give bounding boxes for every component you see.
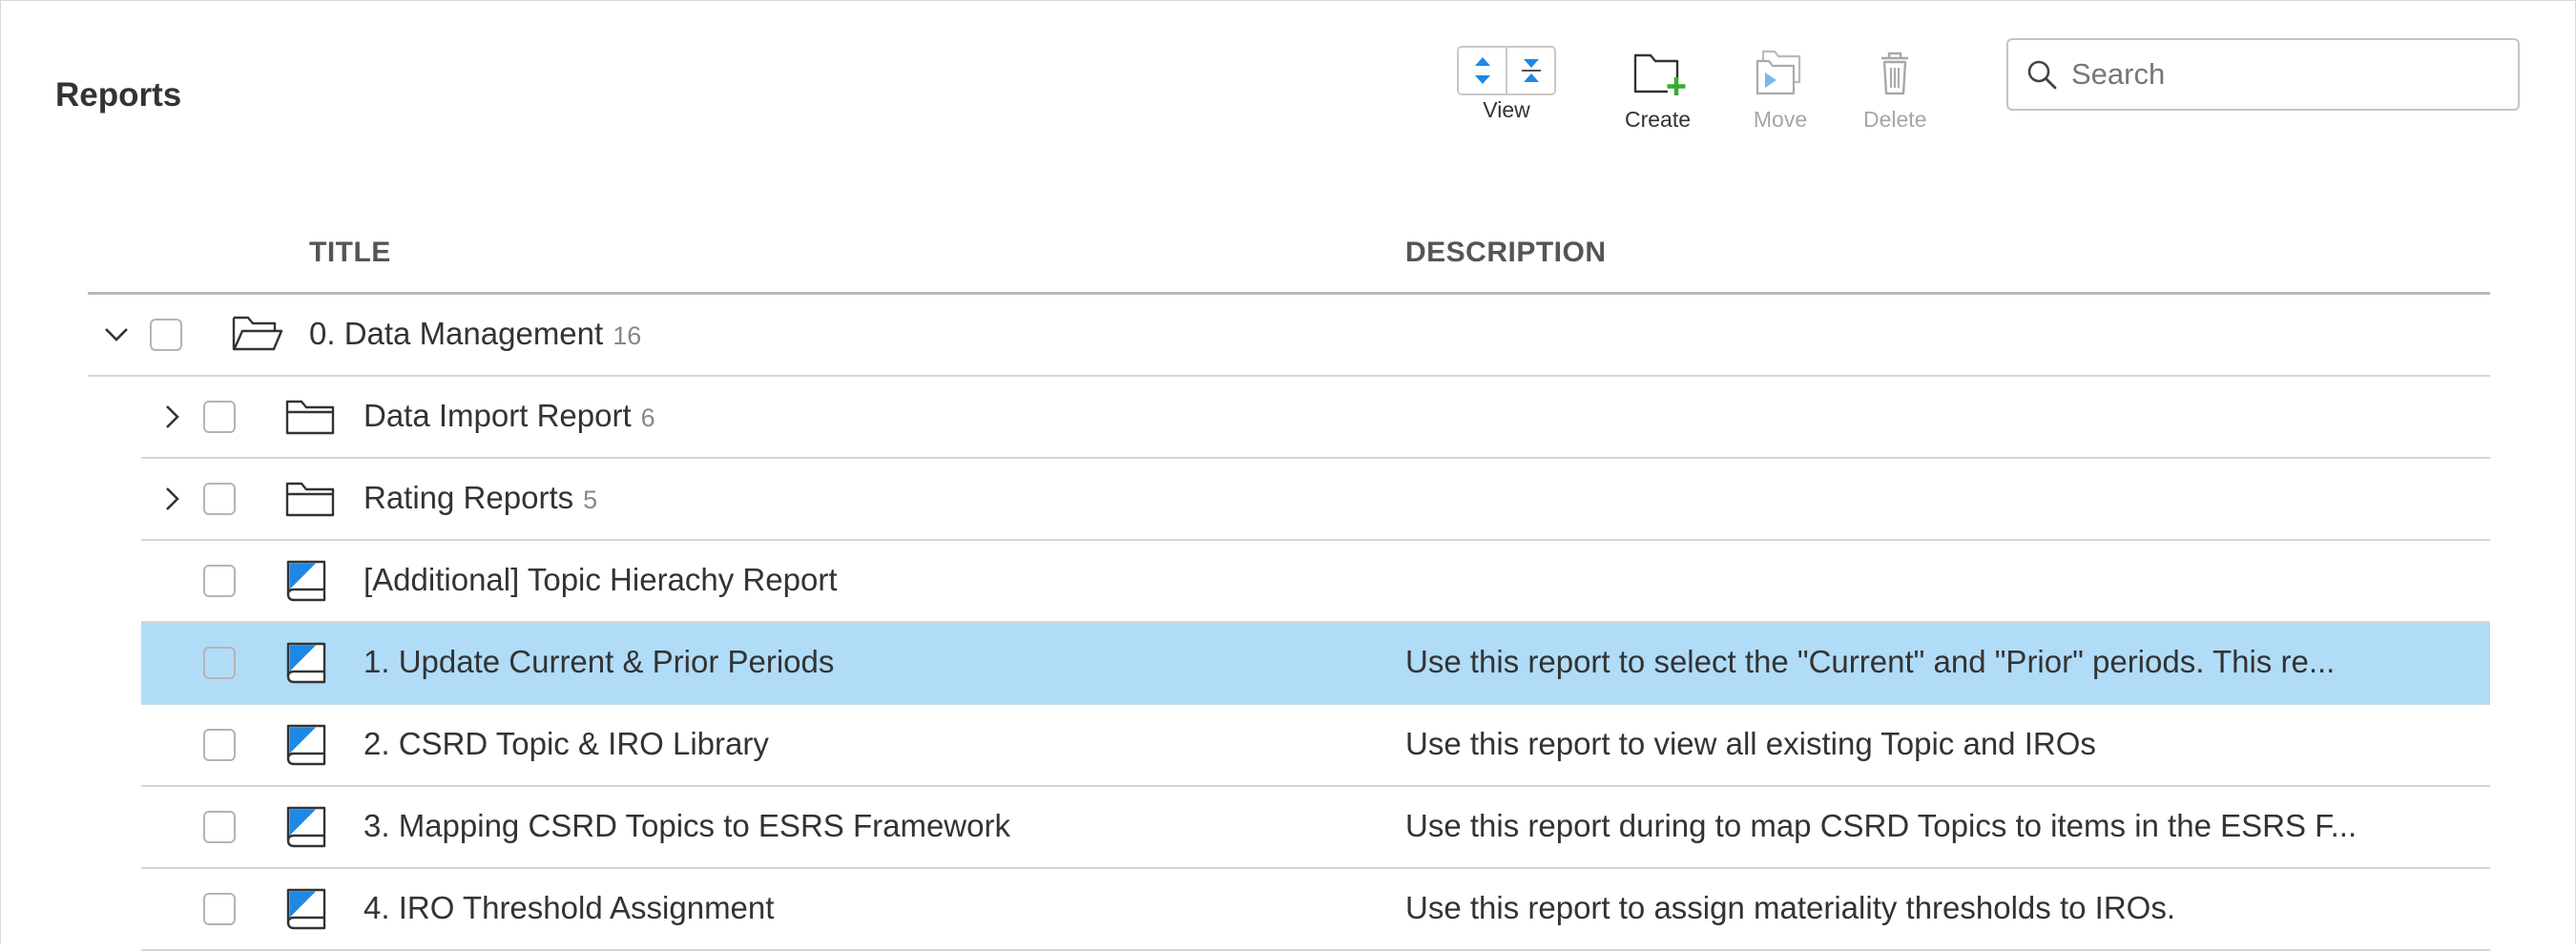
collapse-chevron[interactable] — [97, 316, 135, 354]
collapse-icon — [1521, 59, 1541, 82]
expand-chevron[interactable] — [153, 398, 191, 436]
delete-button[interactable]: Delete — [1863, 48, 1926, 133]
row-title[interactable]: Rating Reports — [364, 480, 573, 515]
table-row[interactable]: 2. CSRD Topic & IRO Library Use this rep… — [141, 705, 2490, 787]
view-label: View — [1483, 97, 1530, 122]
collapse-all-button[interactable] — [1506, 48, 1554, 93]
move-folder-icon — [1755, 50, 1801, 95]
report-icon — [284, 886, 330, 937]
row-description: Use this report to select the "Current" … — [1405, 644, 2336, 679]
create-button[interactable]: Create — [1625, 48, 1691, 133]
table-row-selected[interactable]: 1. Update Current & Prior Periods Use th… — [141, 623, 2490, 705]
view-toggle-group — [1457, 46, 1556, 95]
search-box[interactable] — [2006, 38, 2520, 111]
create-folder-icon — [1633, 53, 1686, 95]
row-checkbox[interactable] — [203, 483, 236, 515]
table-row[interactable]: Data Import Report 6 — [141, 377, 2490, 459]
expand-chevron[interactable] — [153, 480, 191, 518]
table-row[interactable]: 3. Mapping CSRD Topics to ESRS Framework… — [141, 787, 2490, 869]
row-title[interactable]: 0. Data Management — [309, 316, 603, 351]
row-checkbox[interactable] — [203, 565, 236, 597]
row-title[interactable]: 3. Mapping CSRD Topics to ESRS Framework — [364, 808, 1010, 844]
item-count: 5 — [583, 486, 598, 514]
move-button[interactable]: Move — [1752, 48, 1809, 133]
folder-icon — [284, 478, 338, 525]
row-description: Use this report to view all existing Top… — [1405, 726, 2096, 761]
report-icon — [284, 558, 330, 609]
reports-table: TITLE DESCRIPTION 0. Data Management 16 — [88, 225, 2490, 951]
search-icon — [2027, 60, 2057, 90]
folder-open-icon — [231, 312, 284, 359]
row-title[interactable]: Data Import Report — [364, 398, 632, 433]
report-icon — [284, 722, 330, 773]
table-header: TITLE DESCRIPTION — [88, 225, 2490, 295]
row-checkbox[interactable] — [150, 319, 182, 351]
row-title[interactable]: [Additional] Topic Hierachy Report — [364, 562, 837, 598]
row-checkbox[interactable] — [203, 811, 236, 843]
table-row[interactable]: 4. IRO Threshold Assignment Use this rep… — [141, 869, 2490, 951]
expand-icon — [1474, 57, 1490, 84]
delete-label: Delete — [1863, 107, 1927, 132]
table-row[interactable]: 0. Data Management 16 — [88, 295, 2490, 377]
chevron-right-icon — [166, 405, 179, 428]
column-header-description[interactable]: DESCRIPTION — [1405, 237, 1607, 269]
report-icon — [284, 804, 330, 855]
column-header-title[interactable]: TITLE — [309, 237, 391, 269]
row-title[interactable]: 2. CSRD Topic & IRO Library — [364, 726, 769, 762]
row-checkbox[interactable] — [203, 401, 236, 433]
row-title[interactable]: 1. Update Current & Prior Periods — [364, 644, 834, 680]
row-description: Use this report during to map CSRD Topic… — [1405, 808, 2358, 843]
row-checkbox[interactable] — [203, 729, 236, 761]
table-row[interactable]: Rating Reports 5 — [141, 459, 2490, 541]
create-label: Create — [1625, 107, 1692, 132]
expand-all-button[interactable] — [1459, 48, 1506, 93]
trash-icon — [1881, 52, 1909, 95]
item-count: 16 — [613, 321, 642, 350]
chevron-down-icon — [105, 328, 128, 341]
report-icon — [284, 640, 330, 691]
folder-icon — [284, 396, 338, 443]
page-title: Reports — [55, 76, 182, 114]
table-row[interactable]: [Additional] Topic Hierachy Report — [141, 541, 2490, 623]
chevron-right-icon — [166, 487, 179, 510]
row-checkbox[interactable] — [203, 893, 236, 925]
item-count: 6 — [640, 403, 655, 432]
view-control[interactable]: View — [1457, 46, 1556, 123]
row-checkbox[interactable] — [203, 647, 236, 679]
move-label: Move — [1753, 107, 1808, 132]
search-input[interactable] — [2069, 56, 2493, 93]
row-description: Use this report to assign materiality th… — [1405, 890, 2175, 925]
row-title[interactable]: 4. IRO Threshold Assignment — [364, 890, 774, 926]
